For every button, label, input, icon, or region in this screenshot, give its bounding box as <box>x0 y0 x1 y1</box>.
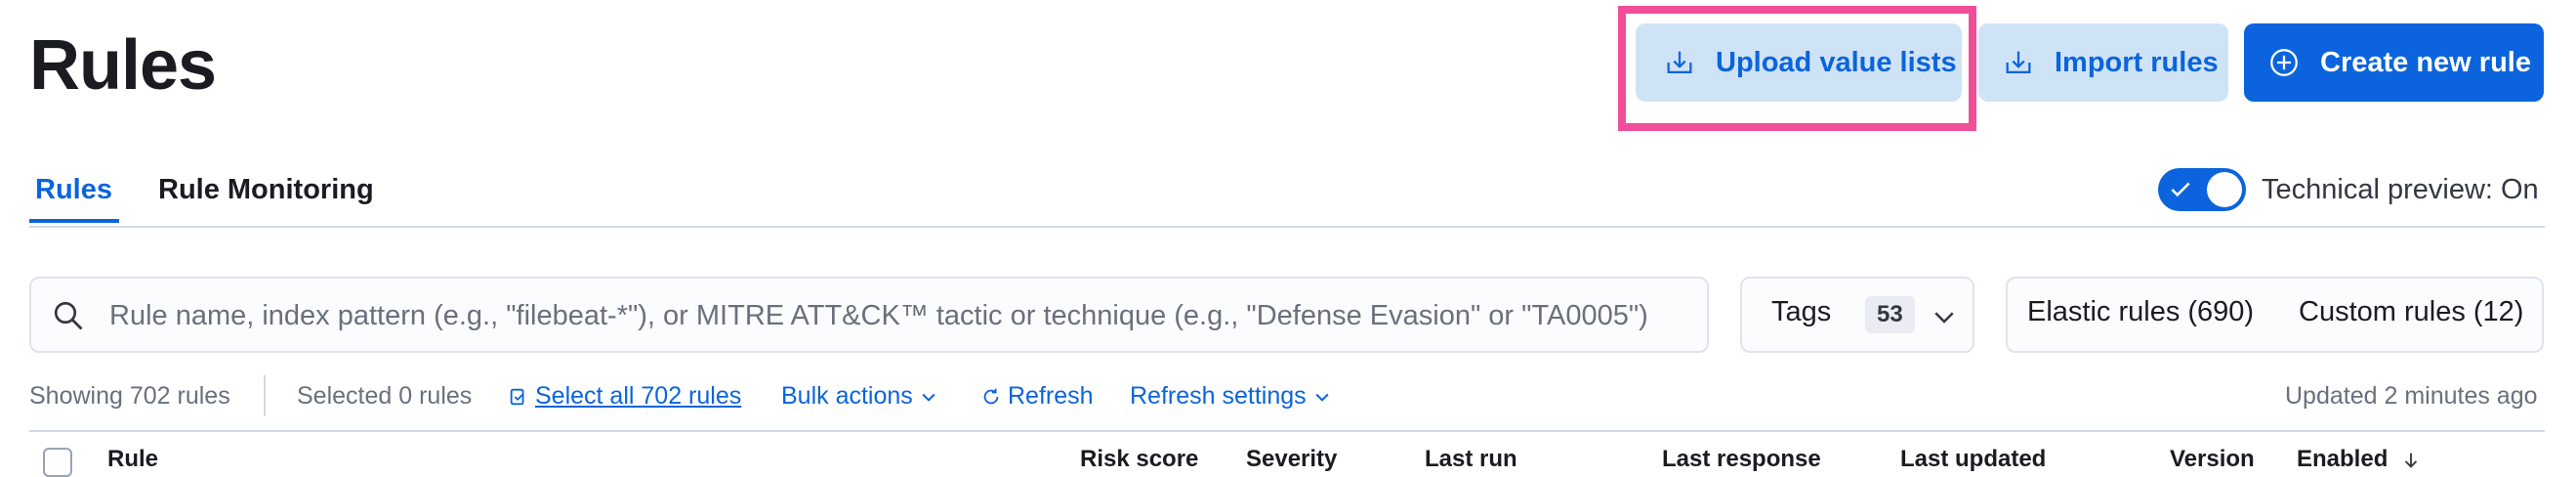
chevron-down-icon <box>1934 312 1954 324</box>
bulk-actions-button[interactable]: Bulk actions <box>781 379 938 412</box>
toolbar-separator <box>264 375 266 416</box>
refresh-label: Refresh <box>1008 382 1094 410</box>
select-all-checkbox[interactable] <box>43 448 72 477</box>
import-rules-button[interactable]: Import rules <box>1978 23 2228 102</box>
rule-source-filter-group: Elastic rules (690) Custom rules (12) <box>2006 277 2544 353</box>
tags-filter-button[interactable]: Tags 53 <box>1740 277 1974 353</box>
column-header-last-run[interactable]: Last run <box>1425 446 1517 473</box>
column-header-last-updated[interactable]: Last updated <box>1900 446 2046 473</box>
page-title: Rules <box>29 26 217 105</box>
search-icon <box>54 301 83 330</box>
technical-preview-label: Technical preview: On <box>2262 174 2539 205</box>
refresh-icon <box>983 389 999 405</box>
column-header-risk-score[interactable]: Risk score <box>1080 446 1198 473</box>
elastic-rules-filter[interactable]: Elastic rules (690) <box>2027 296 2254 328</box>
create-new-rule-label: Create new rule <box>2320 46 2531 78</box>
import-icon <box>2006 51 2031 74</box>
tabs-divider <box>29 226 2545 228</box>
highlight-box <box>1618 6 1976 131</box>
chevron-down-icon <box>922 394 935 403</box>
tab-rule-monitoring[interactable]: Rule Monitoring <box>158 170 374 209</box>
column-header-severity[interactable]: Severity <box>1246 446 1337 473</box>
search-input[interactable] <box>107 292 1693 339</box>
sort-down-icon <box>2404 453 2418 468</box>
column-header-last-response[interactable]: Last response <box>1662 446 1821 473</box>
tab-rules[interactable]: Rules <box>35 170 112 209</box>
import-rules-label: Import rules <box>2055 46 2219 78</box>
refresh-settings-label: Refresh settings <box>1130 382 1307 410</box>
custom-rules-filter[interactable]: Custom rules (12) <box>2299 296 2523 328</box>
check-icon <box>2171 182 2190 197</box>
refresh-button[interactable]: Refresh <box>980 379 1094 412</box>
tags-label: Tags <box>1771 296 1832 327</box>
create-new-rule-button[interactable]: Create new rule <box>2244 23 2544 102</box>
active-tab-indicator <box>29 219 119 223</box>
selected-count: Selected 0 rules <box>297 382 473 410</box>
plus-circle-icon <box>2270 49 2298 76</box>
column-header-version[interactable]: Version <box>2170 446 2255 473</box>
showing-count: Showing 702 rules <box>29 382 230 410</box>
select-all-label: Select all 702 rules <box>535 382 742 410</box>
refresh-settings-button[interactable]: Refresh settings <box>1130 379 1332 412</box>
toggle-knob <box>2207 172 2242 207</box>
bulk-actions-label: Bulk actions <box>781 382 913 410</box>
table-top-border <box>29 430 2545 432</box>
chevron-down-icon <box>1315 394 1329 403</box>
column-header-enabled[interactable]: Enabled <box>2297 446 2422 473</box>
technical-preview-toggle[interactable] <box>2158 168 2246 211</box>
search-bar <box>29 277 1709 353</box>
tags-count-badge: 53 <box>1865 296 1915 333</box>
select-all-button[interactable]: Select all 702 rules <box>508 379 741 412</box>
last-updated-text: Updated 2 minutes ago <box>2285 382 2538 410</box>
column-header-rule[interactable]: Rule <box>107 446 158 473</box>
enabled-label: Enabled <box>2297 446 2389 472</box>
select-all-icon <box>510 389 524 406</box>
